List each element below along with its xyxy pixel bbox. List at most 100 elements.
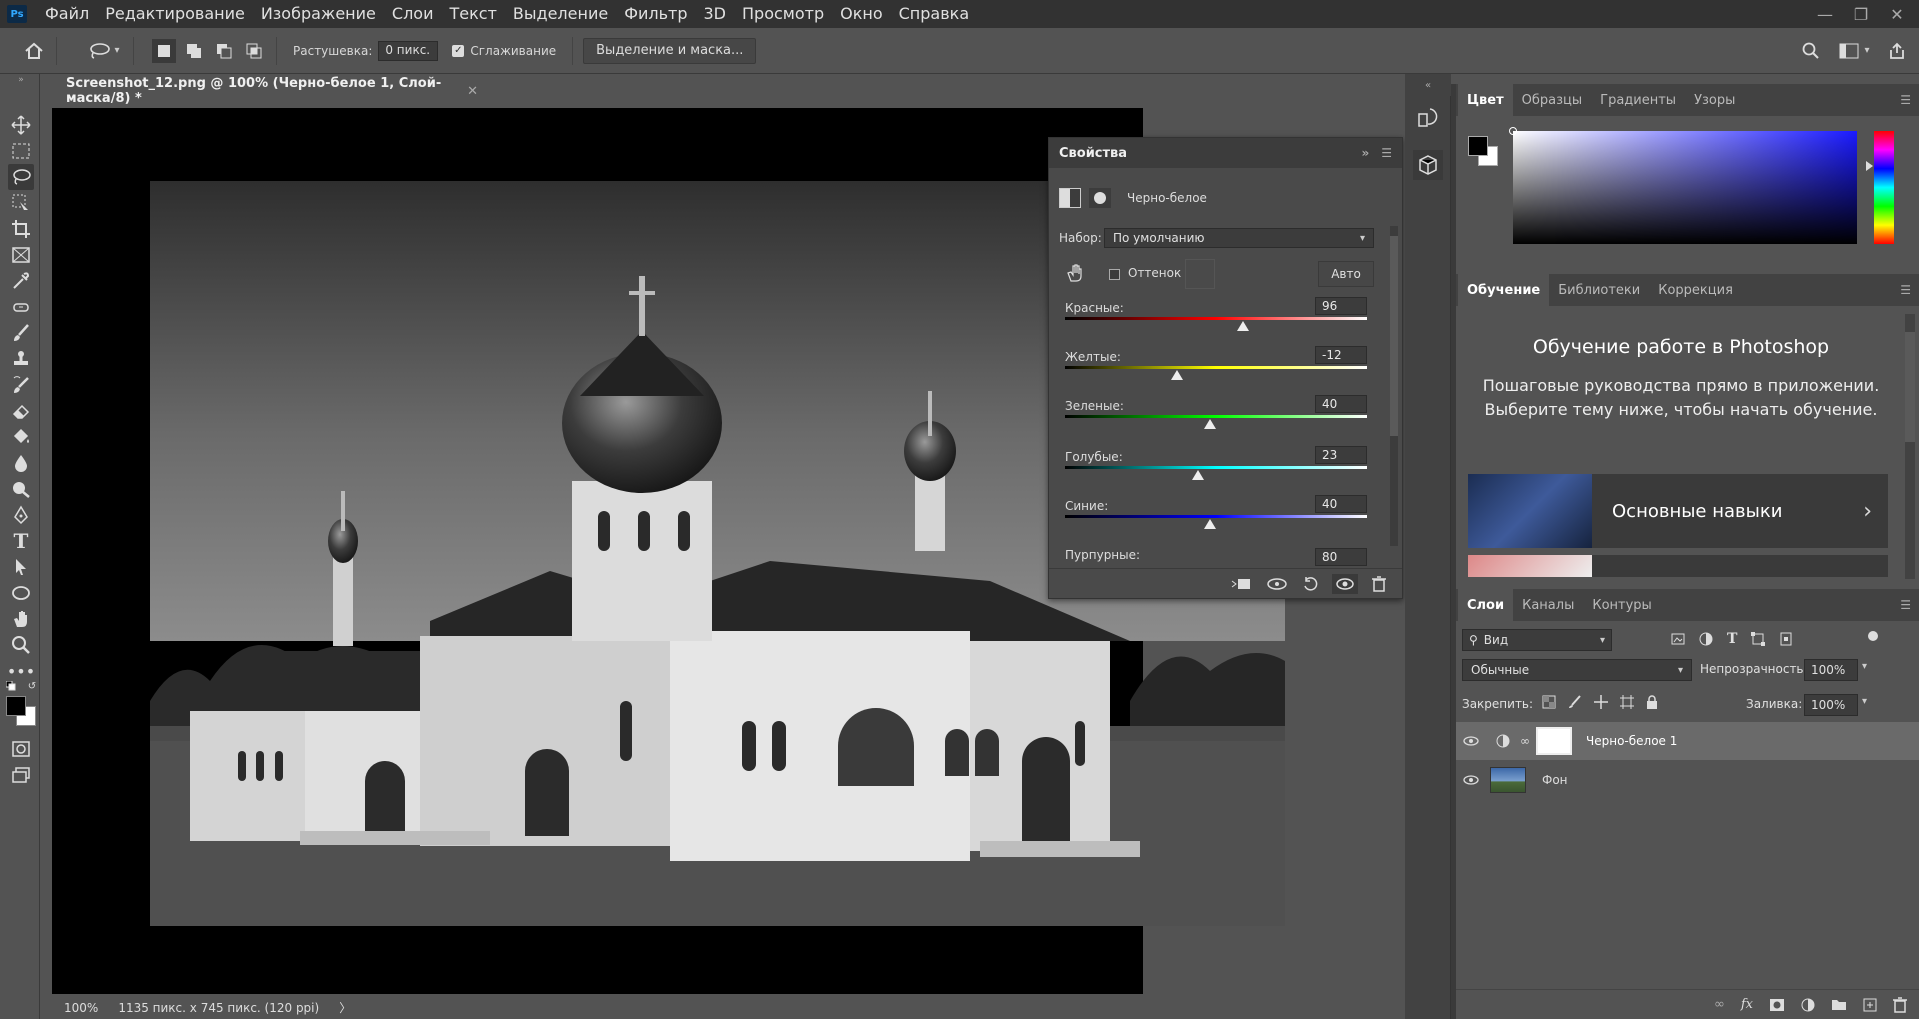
filter-type-icon[interactable]: T bbox=[1727, 631, 1737, 647]
new-layer-icon[interactable] bbox=[1863, 998, 1877, 1012]
feather-input[interactable]: 0 пикс. bbox=[378, 40, 439, 61]
learn-card-basics[interactable]: Основные навыки › bbox=[1468, 474, 1888, 548]
menu-file[interactable]: Файл bbox=[37, 0, 97, 28]
share-icon[interactable] bbox=[1885, 39, 1909, 63]
quick-mask-icon[interactable] bbox=[8, 736, 34, 762]
slider-blues[interactable]: Синие: 40 bbox=[1065, 495, 1367, 529]
menu-type[interactable]: Текст bbox=[441, 0, 504, 28]
tab-layers[interactable]: Слои bbox=[1458, 589, 1514, 621]
crop-tool-icon[interactable] bbox=[8, 216, 34, 242]
slider-thumb[interactable] bbox=[1203, 419, 1216, 429]
chevron-down-icon[interactable]: ▾ bbox=[111, 39, 123, 63]
tab-swatches[interactable]: Образцы bbox=[1513, 84, 1592, 116]
minimize-icon[interactable]: — bbox=[1811, 0, 1839, 28]
chevron-down-icon[interactable]: ▾ bbox=[1862, 661, 1867, 672]
layer-row-background[interactable]: Фон bbox=[1456, 761, 1919, 799]
search-icon[interactable] bbox=[1799, 39, 1823, 63]
zoom-level[interactable]: 100% bbox=[64, 1001, 98, 1015]
document-tab[interactable]: Screenshot_12.png @ 100% (Черно-белое 1,… bbox=[52, 74, 492, 108]
new-adjustment-layer-icon[interactable] bbox=[1801, 998, 1815, 1012]
path-selection-tool-icon[interactable] bbox=[8, 554, 34, 580]
menu-select[interactable]: Выделение bbox=[505, 0, 616, 28]
tab-learn[interactable]: Обучение bbox=[1458, 274, 1550, 306]
slider-value-input[interactable]: 23 bbox=[1315, 446, 1367, 464]
collapse-panel-icon[interactable]: » bbox=[1361, 146, 1369, 160]
workspace-icon[interactable] bbox=[1837, 39, 1861, 63]
status-menu-arrow[interactable]: 〉 bbox=[339, 999, 351, 1016]
view-previous-state-icon[interactable] bbox=[1266, 577, 1288, 591]
pen-tool-icon[interactable] bbox=[8, 502, 34, 528]
tint-checkbox[interactable] bbox=[1109, 269, 1120, 280]
ellipse-tool-icon[interactable] bbox=[8, 580, 34, 606]
intersect-selection-icon[interactable] bbox=[242, 39, 266, 63]
eraser-tool-icon[interactable] bbox=[8, 398, 34, 424]
slider-reds[interactable]: Красные: 96 bbox=[1065, 297, 1367, 331]
menu-layers[interactable]: Слои bbox=[384, 0, 442, 28]
collapse-tools-icon[interactable]: » bbox=[8, 74, 34, 86]
eye-icon[interactable] bbox=[1456, 736, 1486, 746]
select-and-mask-button[interactable]: Выделение и маска... bbox=[583, 37, 757, 64]
screen-mode-icon[interactable] bbox=[8, 762, 34, 788]
add-selection-icon[interactable] bbox=[182, 39, 206, 63]
slider-value-input[interactable]: 40 bbox=[1315, 395, 1367, 413]
zoom-tool-icon[interactable] bbox=[8, 632, 34, 658]
eye-icon[interactable] bbox=[1456, 775, 1486, 785]
delete-layer-icon[interactable] bbox=[1893, 996, 1907, 1013]
menu-edit[interactable]: Редактирование bbox=[97, 0, 253, 28]
adjustment-icon[interactable] bbox=[1059, 188, 1081, 208]
layer-style-icon[interactable]: fx bbox=[1741, 997, 1753, 1012]
slider-thumb[interactable] bbox=[1237, 321, 1250, 331]
slider-value-input[interactable]: -12 bbox=[1315, 346, 1367, 364]
link-layers-icon[interactable]: ∞ bbox=[1714, 997, 1725, 1012]
preset-dropdown[interactable]: По умолчанию ▾ bbox=[1104, 228, 1374, 248]
blur-tool-icon[interactable] bbox=[8, 450, 34, 476]
learn-card-next[interactable] bbox=[1468, 555, 1888, 577]
3d-panel-icon[interactable] bbox=[1413, 150, 1443, 180]
add-mask-icon[interactable] bbox=[1769, 998, 1785, 1012]
clip-to-layer-icon[interactable] bbox=[1230, 576, 1252, 592]
menu-image[interactable]: Изображение bbox=[253, 0, 384, 28]
slider-greens[interactable]: Зеленые: 40 bbox=[1065, 395, 1367, 429]
hue-slider[interactable] bbox=[1874, 131, 1894, 244]
reset-icon[interactable] bbox=[1302, 576, 1318, 592]
menu-filter[interactable]: Фильтр bbox=[616, 0, 695, 28]
slider-thumb[interactable] bbox=[1203, 519, 1216, 529]
color-field[interactable] bbox=[1509, 127, 1857, 244]
learn-scrollbar[interactable] bbox=[1905, 314, 1915, 579]
filter-pixel-icon[interactable] bbox=[1671, 632, 1685, 646]
slider-thumb[interactable] bbox=[1170, 370, 1183, 380]
close-icon[interactable]: ✕ bbox=[1883, 0, 1911, 28]
slider-value-input[interactable]: 96 bbox=[1315, 297, 1367, 315]
tab-adjustments[interactable]: Коррекция bbox=[1649, 274, 1742, 306]
dodge-tool-icon[interactable] bbox=[8, 476, 34, 502]
new-selection-icon[interactable] bbox=[152, 38, 176, 63]
move-tool-icon[interactable] bbox=[8, 112, 34, 138]
expand-panels-icon[interactable]: « bbox=[1405, 74, 1451, 96]
lock-transparent-icon[interactable] bbox=[1542, 695, 1556, 709]
brush-tool-icon[interactable] bbox=[8, 320, 34, 346]
tab-gradients[interactable]: Градиенты bbox=[1591, 84, 1685, 116]
frame-tool-icon[interactable] bbox=[8, 242, 34, 268]
canvas-area[interactable] bbox=[52, 108, 1285, 994]
slider-thumb[interactable] bbox=[1191, 470, 1204, 480]
blend-mode-dropdown[interactable]: Обычные ▾ bbox=[1462, 659, 1692, 681]
color-foreground-swatch[interactable] bbox=[1468, 136, 1488, 156]
history-panel-icon[interactable] bbox=[1416, 106, 1440, 130]
slider-magentas[interactable]: Пурпурные: 80 bbox=[1065, 548, 1367, 566]
swap-colors-icon[interactable]: ↺ bbox=[26, 678, 38, 694]
subtract-selection-icon[interactable] bbox=[212, 39, 236, 63]
history-brush-tool-icon[interactable] bbox=[8, 372, 34, 398]
filter-shape-icon[interactable] bbox=[1751, 632, 1766, 646]
lasso-tool-icon[interactable] bbox=[87, 39, 111, 63]
properties-scrollbar[interactable] bbox=[1390, 226, 1398, 546]
slider-value-input[interactable]: 40 bbox=[1315, 495, 1367, 513]
panel-menu-icon[interactable]: ☰ bbox=[1381, 146, 1392, 160]
slider-yellows[interactable]: Желтые: -12 bbox=[1065, 346, 1367, 380]
tab-paths[interactable]: Контуры bbox=[1583, 589, 1660, 621]
type-tool-icon[interactable]: T bbox=[8, 528, 34, 554]
close-document-icon[interactable]: ✕ bbox=[467, 84, 478, 99]
tab-libraries[interactable]: Библиотеки bbox=[1549, 274, 1649, 306]
tab-channels[interactable]: Каналы bbox=[1513, 589, 1583, 621]
opacity-input[interactable]: 100% bbox=[1804, 659, 1858, 681]
lock-pixels-icon[interactable] bbox=[1568, 695, 1582, 709]
